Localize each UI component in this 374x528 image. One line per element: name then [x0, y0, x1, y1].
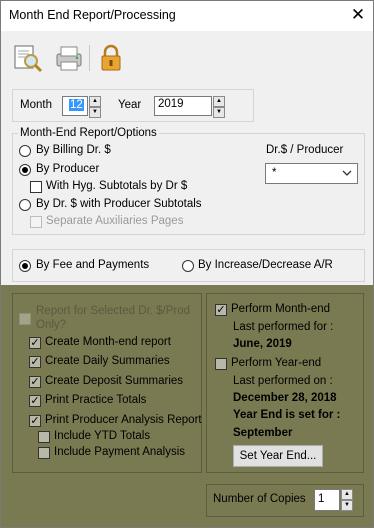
last-performed-on-label: Last performed on : — [233, 375, 333, 387]
month-end-date: June, 2019 — [233, 338, 292, 350]
include-ytd-label[interactable]: Include YTD Totals — [54, 430, 150, 442]
perform-month-end-label[interactable]: Perform Month-end — [231, 303, 330, 315]
create-daily-checkbox[interactable]: ✓ — [29, 356, 41, 368]
create-deposit-checkbox[interactable]: ✓ — [29, 376, 41, 388]
separate-aux-checkbox[interactable] — [30, 216, 42, 228]
by-billing-radio[interactable] — [19, 145, 31, 157]
year-stepper[interactable]: ▲ ▼ — [213, 96, 225, 118]
perform-year-end-checkbox[interactable] — [215, 358, 227, 370]
perform-month-end-checkbox[interactable]: ✓ — [215, 304, 227, 316]
fee-payments-radio[interactable] — [19, 260, 31, 272]
month-value: 12 — [69, 99, 84, 111]
toolbar-separator — [89, 45, 90, 71]
print-practice-checkbox[interactable]: ✓ — [29, 395, 41, 407]
year-input[interactable]: 2019 — [154, 96, 212, 116]
preview-icon — [14, 45, 43, 73]
hyg-subtotals-checkbox[interactable] — [30, 181, 42, 193]
last-performed-for-label: Last performed for : — [233, 321, 334, 333]
year-end-set-label: Year End is set for : — [233, 409, 341, 421]
copies-stepper[interactable]: ▲ ▼ — [341, 489, 353, 511]
dialog-window: Month End Report/Processing ✕ Month 12 ▲… — [0, 0, 374, 528]
by-dr-producer-radio[interactable] — [19, 199, 31, 211]
print-button[interactable] — [53, 43, 83, 73]
include-ytd-checkbox[interactable] — [38, 431, 50, 443]
copies-up-icon[interactable]: ▲ — [341, 489, 353, 500]
printer-icon — [56, 46, 82, 71]
year-up-icon[interactable]: ▲ — [213, 96, 225, 107]
hyg-subtotals-label[interactable]: With Hyg. Subtotals by Dr $ — [46, 180, 187, 192]
report-selected-label-line1: Report for Selected Dr. $/Prod — [36, 305, 191, 317]
print-practice-label[interactable]: Print Practice Totals — [45, 394, 146, 406]
copies-value: 1 — [318, 493, 325, 505]
dr-producer-label: Dr.$ / Producer — [266, 144, 344, 156]
chevron-down-icon[interactable] — [342, 170, 352, 177]
month-label: Month — [20, 99, 52, 111]
copies-down-icon[interactable]: ▼ — [341, 500, 353, 511]
dr-producer-value: * — [272, 167, 277, 179]
by-producer-radio[interactable] — [19, 164, 31, 176]
print-producer-label[interactable]: Print Producer Analysis Report — [45, 414, 202, 426]
perform-year-end-label[interactable]: Perform Year-end — [231, 357, 321, 369]
copies-label: Number of Copies — [213, 493, 306, 505]
separate-aux-label: Separate Auxiliaries Pages — [46, 215, 184, 227]
include-payment-checkbox[interactable] — [38, 447, 50, 459]
by-billing-label[interactable]: By Billing Dr. $ — [36, 144, 111, 156]
create-daily-label[interactable]: Create Daily Summaries — [45, 355, 170, 367]
include-payment-label[interactable]: Include Payment Analysis — [54, 446, 185, 458]
close-button[interactable]: ✕ — [345, 4, 371, 26]
month-down-icon[interactable]: ▼ — [89, 107, 101, 118]
increase-decrease-radio[interactable] — [182, 260, 194, 272]
by-dr-producer-label[interactable]: By Dr. $ with Producer Subtotals — [36, 198, 202, 210]
create-deposit-label[interactable]: Create Deposit Summaries — [45, 375, 183, 387]
year-value: 2019 — [158, 98, 184, 110]
increase-decrease-label[interactable]: By Increase/Decrease A/R — [198, 259, 333, 271]
create-month-end-label[interactable]: Create Month-end report — [45, 336, 171, 348]
year-end-date: December 28, 2018 — [233, 392, 337, 404]
fee-payments-label[interactable]: By Fee and Payments — [36, 259, 149, 271]
by-producer-label[interactable]: By Producer — [36, 163, 99, 175]
create-month-end-checkbox[interactable]: ✓ — [29, 337, 41, 349]
title-bar: Month End Report/Processing ✕ — [1, 1, 373, 31]
lock-icon — [101, 44, 121, 71]
lock-button[interactable] — [96, 43, 126, 73]
year-label: Year — [118, 99, 142, 111]
report-options-legend: Month-End Report/Options — [18, 127, 159, 139]
report-selected-label-line2: Only? — [36, 319, 67, 331]
month-stepper[interactable]: ▲ ▼ — [89, 96, 101, 118]
print-preview-button[interactable] — [13, 43, 43, 73]
print-producer-checkbox[interactable]: ✓ — [29, 415, 41, 427]
year-end-month: September — [233, 427, 293, 439]
month-input[interactable]: 12 — [62, 96, 88, 116]
year-down-icon[interactable]: ▼ — [213, 107, 225, 118]
dr-producer-select[interactable]: * — [265, 163, 358, 184]
copies-input[interactable]: 1 — [314, 489, 340, 511]
report-selected-checkbox[interactable] — [19, 313, 31, 325]
set-year-end-button[interactable]: Set Year End... — [233, 445, 323, 467]
month-up-icon[interactable]: ▲ — [89, 96, 101, 107]
window-title: Month End Report/Processing — [9, 8, 176, 22]
